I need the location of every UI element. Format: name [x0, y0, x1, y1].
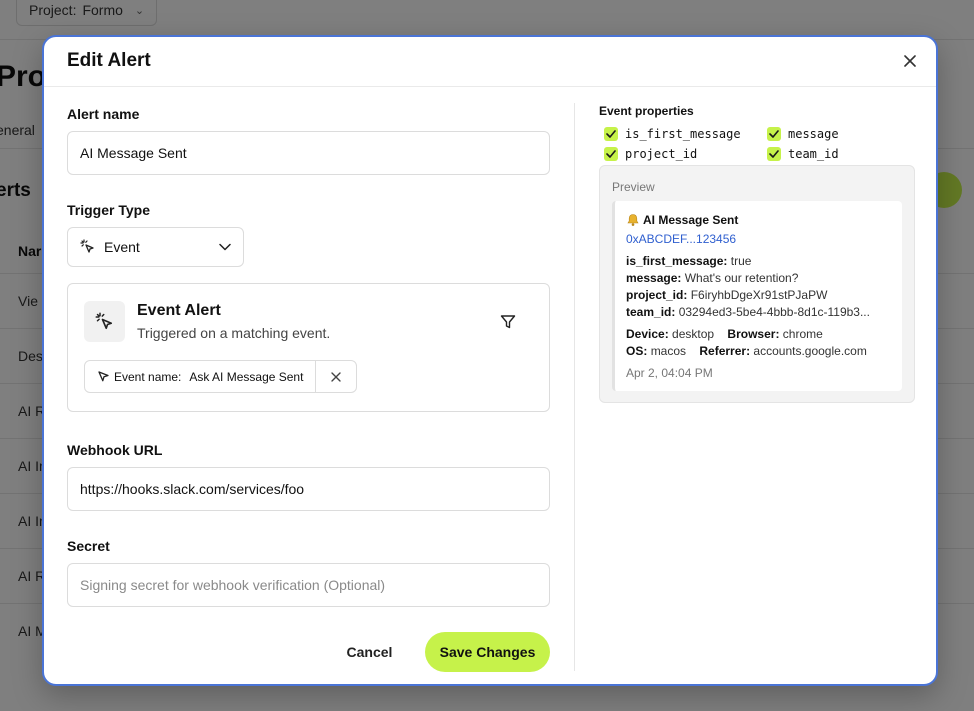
preview-meta-value: chrome: [782, 327, 823, 341]
preview-address-link[interactable]: 0xABCDEF...123456: [626, 232, 902, 248]
trigger-type-select[interactable]: Event: [67, 227, 244, 267]
event-name-filter-chip[interactable]: Event name: Ask AI Message Sent: [84, 360, 358, 393]
property-checkbox-team-id[interactable]: team_id: [767, 147, 839, 161]
cursor-click-icon: [95, 312, 112, 329]
preview-message-title-text: AI Message Sent: [643, 213, 739, 227]
preview-field-value: true: [730, 254, 752, 268]
property-name: project_id: [625, 147, 698, 161]
webhook-url-input[interactable]: https://hooks.slack.com/services/foo: [67, 467, 550, 511]
event-name-filter-chip-body: Event name: Ask AI Message Sent: [85, 361, 317, 392]
preview-meta-value: accounts.google.com: [753, 344, 867, 358]
close-icon: [331, 371, 342, 382]
preview-meta-pair: Browser: chrome: [727, 327, 822, 341]
chevron-down-icon: [219, 243, 231, 251]
property-checkbox-project-id[interactable]: project_id: [604, 147, 697, 161]
preview-message: AI Message Sent 0xABCDEF...123456 is_fir…: [612, 201, 902, 391]
remove-filter-button[interactable]: [316, 361, 356, 392]
checkbox-checked-icon: [767, 127, 781, 141]
filter-icon: [500, 315, 516, 329]
trigger-type-label: Trigger Type: [67, 202, 150, 218]
preview-field: is_first_message: true: [626, 254, 894, 271]
event-alert-card: Event Alert Triggered on a matching even…: [67, 283, 550, 412]
preview-field-key: project_id:: [626, 288, 688, 302]
preview-meta-pair: OS: macos: [626, 344, 686, 358]
filter-button[interactable]: [499, 313, 517, 331]
preview-meta-pair: Referrer: accounts.google.com: [699, 344, 866, 358]
preview-fields: is_first_message: true message: What's o…: [626, 254, 902, 322]
save-changes-button[interactable]: Save Changes: [425, 632, 550, 672]
preview-timestamp: Apr 2, 04:04 PM: [626, 366, 713, 380]
bell-icon: [627, 214, 639, 226]
preview-panel: Preview AI Message Sent 0xABCDEF...12345…: [599, 165, 915, 403]
preview-meta-key: Referrer:: [699, 344, 751, 358]
preview-meta-row: OS: macos Referrer: accounts.google.com: [626, 344, 894, 361]
cursor-click-icon: [80, 239, 94, 253]
property-checkbox-message[interactable]: message: [767, 127, 839, 141]
edit-alert-dialog: Edit Alert Alert name AI Message Sent Tr…: [42, 35, 938, 686]
checkbox-checked-icon: [604, 127, 618, 141]
preview-field-value: F6iryhbDgeXr91stPJaPW: [690, 288, 828, 302]
preview-field: message: What's our retention?: [626, 271, 894, 288]
secret-input[interactable]: Signing secret for webhook verification …: [67, 563, 550, 607]
event-alert-icon-box: [84, 301, 125, 342]
preview-meta-value: desktop: [672, 327, 715, 341]
preview-meta: Device: desktop Browser: chrome OS: maco…: [626, 327, 902, 361]
event-name-filter-key: Event name:: [114, 369, 182, 384]
event-alert-title: Event Alert: [137, 302, 221, 319]
checkbox-checked-icon: [767, 147, 781, 161]
preview-label: Preview: [612, 180, 655, 194]
preview-field-key: is_first_message:: [626, 254, 728, 268]
preview-field-value: What's our retention?: [684, 271, 799, 285]
close-icon: [904, 55, 916, 67]
property-name: message: [788, 127, 839, 141]
event-name-filter-value: Ask AI Message Sent: [189, 369, 304, 384]
preview-message-title: AI Message Sent: [626, 212, 902, 228]
close-button[interactable]: [900, 51, 920, 71]
property-checkbox-is-first-message[interactable]: is_first_message: [604, 127, 741, 141]
checkbox-checked-icon: [604, 147, 618, 161]
property-name: is_first_message: [625, 127, 741, 141]
preview-field: project_id: F6iryhbDgeXr91stPJaPW: [626, 288, 894, 305]
preview-meta-value: macos: [650, 344, 687, 358]
property-name: team_id: [788, 147, 839, 161]
preview-meta-key: OS:: [626, 344, 648, 358]
preview-meta-key: Browser:: [727, 327, 780, 341]
preview-meta-row: Device: desktop Browser: chrome: [626, 327, 894, 344]
column-divider: [574, 103, 575, 671]
preview-meta-pair: Device: desktop: [626, 327, 714, 341]
alert-name-label: Alert name: [67, 106, 140, 122]
dialog-title: Edit Alert: [67, 50, 151, 71]
cancel-button[interactable]: Cancel: [337, 633, 402, 671]
cursor-arrow-icon: [98, 371, 109, 382]
dialog-header: Edit Alert: [44, 37, 936, 87]
secret-label: Secret: [67, 538, 110, 554]
trigger-type-value: Event: [104, 239, 140, 255]
webhook-url-label: Webhook URL: [67, 442, 163, 458]
preview-field-key: message:: [626, 271, 682, 285]
preview-field-value: 03294ed3-5be4-4bbb-8d1c-119b3...: [678, 305, 870, 319]
preview-field-key: team_id:: [626, 305, 676, 319]
event-alert-subtitle: Triggered on a matching event.: [137, 325, 331, 341]
event-properties-label: Event properties: [599, 104, 694, 118]
alert-name-input[interactable]: AI Message Sent: [67, 131, 550, 175]
preview-meta-key: Device:: [626, 327, 669, 341]
preview-field: team_id: 03294ed3-5be4-4bbb-8d1c-119b3..…: [626, 305, 894, 322]
